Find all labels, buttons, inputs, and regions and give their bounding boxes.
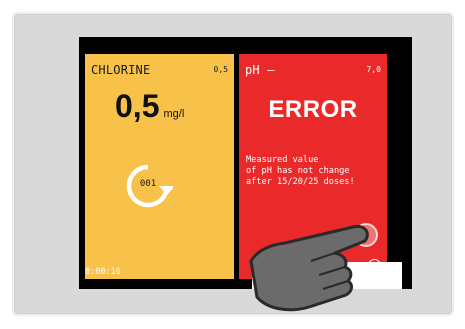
chlorine-setpoint: 0,5 (213, 65, 228, 74)
touch-screen: CHLORINE 0,5 0,5 mg/l 001 pH – 7,0 ERROR… (79, 37, 412, 312)
chlorine-reading: 0,5 mg/l (115, 90, 184, 122)
chlorine-unit: mg/l (163, 108, 185, 120)
pointing-hand-icon (249, 223, 378, 312)
error-message: Measured value of pH has not change afte… (246, 155, 355, 187)
ph-setpoint: 7,0 (366, 65, 381, 74)
elapsed-timer: 0:00:16 (85, 267, 121, 277)
dose-counter: 001 (139, 179, 157, 189)
chlorine-value: 0,5 (115, 88, 160, 124)
chlorine-title: CHLORINE (91, 63, 151, 77)
dosing-cycle-indicator: 001 (123, 161, 175, 211)
ph-title: pH – (245, 63, 275, 77)
error-status: ERROR (268, 96, 358, 123)
chlorine-panel[interactable]: CHLORINE 0,5 0,5 mg/l 001 (85, 54, 234, 279)
